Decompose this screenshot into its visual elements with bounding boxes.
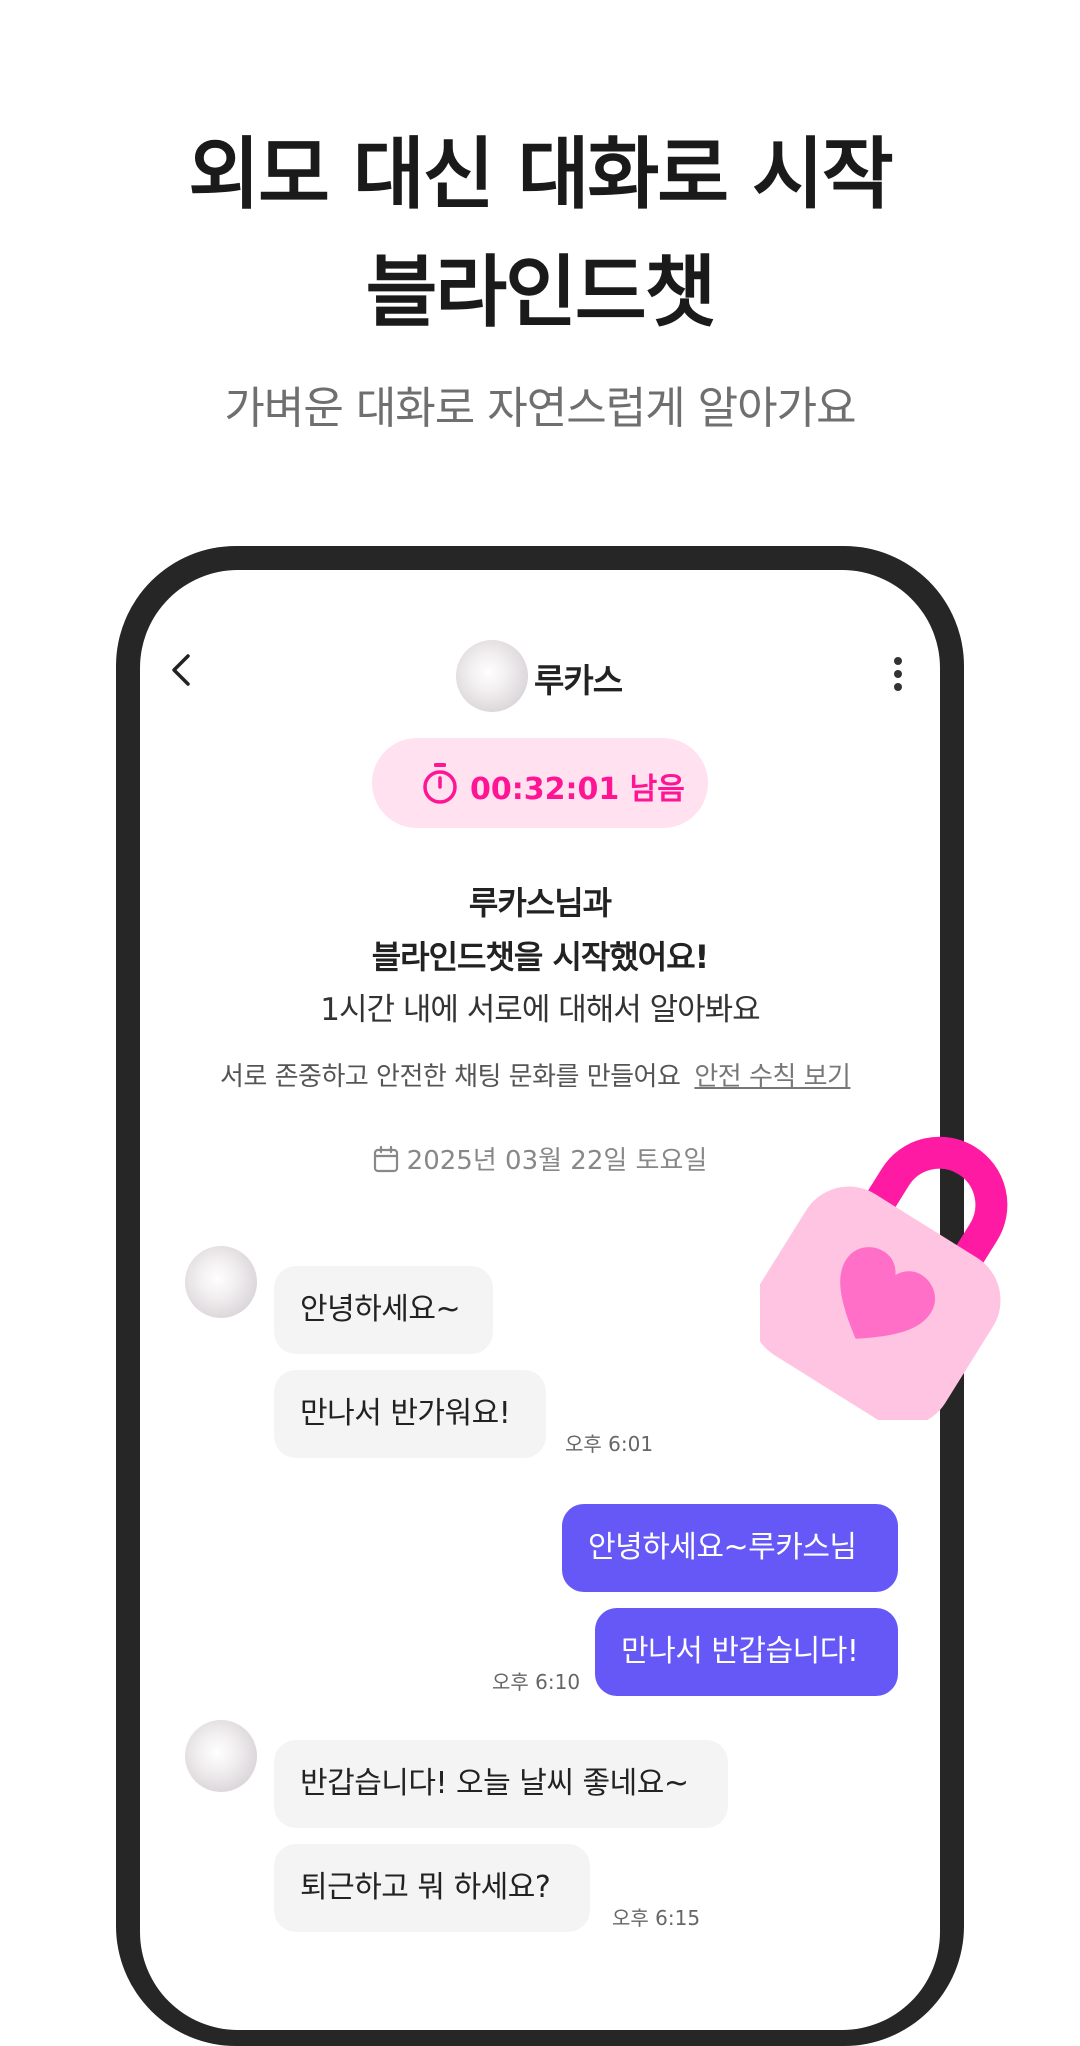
chat-header: 루카스 (140, 570, 940, 712)
message-bubble-incoming[interactable]: 만나서 반가워요! (274, 1370, 546, 1458)
message-time: 오후 6:15 (612, 1906, 701, 1930)
promo-subheadline: 가벼운 대화로 자연스럽게 알아가요 (224, 383, 856, 434)
message-bubble-incoming[interactable]: 안녕하세요~ (274, 1266, 493, 1354)
timer-remaining: 00:32:01 남음 (470, 772, 685, 807)
date-text: 2025년 03월 22일 토요일 (406, 1146, 708, 1176)
partner-avatar[interactable] (456, 640, 528, 712)
chat-partner-name: 루카스 (534, 661, 623, 700)
intro-line1: 루카스님과 (468, 884, 612, 922)
calendar-icon (373, 1145, 398, 1173)
timer-badge: 00:32:01 남음 (372, 738, 708, 828)
message-bubble-incoming[interactable]: 반갑습니다! 오늘 날씨 좋네요~ (274, 1740, 728, 1828)
partner-avatar[interactable] (185, 1246, 257, 1318)
safety-notice: 서로 존중하고 안전한 채팅 문화를 만들어요 안전 수칙 보기 (220, 1056, 851, 1093)
message-bubble-incoming[interactable]: 퇴근하고 뭐 하세요? (274, 1844, 590, 1932)
safety-rules-link[interactable]: 안전 수칙 보기 (694, 1062, 851, 1092)
message-bubble-outgoing[interactable]: 만나서 반갑습니다! (595, 1608, 898, 1696)
chevron-left-icon[interactable] (168, 652, 196, 688)
safety-notice-text: 서로 존중하고 안전한 채팅 문화를 만들어요 (220, 1062, 681, 1092)
message-time: 오후 6:01 (565, 1432, 654, 1456)
heart-padlock-icon (760, 1136, 1008, 1420)
partner-avatar[interactable] (185, 1720, 257, 1792)
intro-line3: 1시간 내에 서로에 대해서 알아봐요 (320, 992, 760, 1028)
message-bubble-outgoing[interactable]: 안녕하세요~루카스님 (562, 1504, 898, 1592)
message-time: 오후 6:10 (492, 1670, 581, 1694)
promo-headline-line1: 외모 대신 대화로 시작 (188, 130, 893, 220)
stopwatch-icon (423, 763, 457, 804)
more-vertical-icon[interactable] (892, 656, 904, 692)
intro-line2: 블라인드챗을 시작했어요! (371, 938, 710, 976)
promo-headline-line2: 블라인드챗 (365, 248, 717, 338)
